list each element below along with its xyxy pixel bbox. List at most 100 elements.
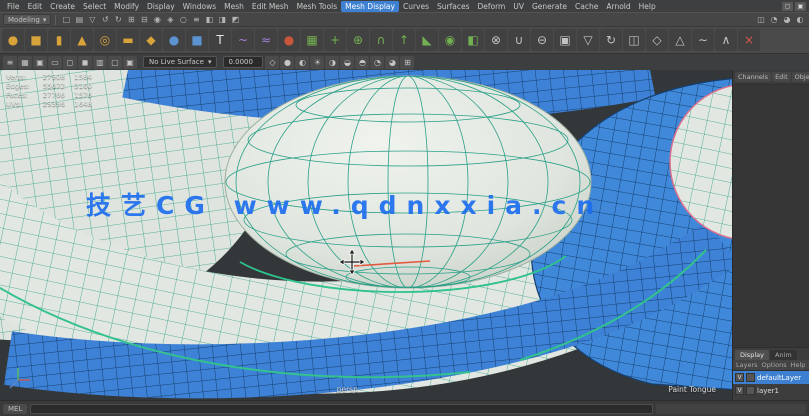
grid-size-field[interactable]: 0.0000 bbox=[223, 56, 263, 68]
multi-cut-icon[interactable]: + bbox=[324, 29, 346, 51]
layer-row[interactable]: V layer1 bbox=[733, 384, 809, 397]
menubar-item[interactable]: Edit Mesh bbox=[248, 1, 293, 12]
nurbs-cube-icon[interactable]: ■ bbox=[186, 29, 208, 51]
resolution-gate-icon[interactable]: ◻ bbox=[63, 56, 77, 69]
menubar-item[interactable]: UV bbox=[509, 1, 528, 12]
poly-cylinder-icon[interactable]: ▮ bbox=[48, 29, 70, 51]
symmetry-icon[interactable]: ◫ bbox=[623, 29, 645, 51]
menubar-item[interactable]: Generate bbox=[528, 1, 571, 12]
menubar-item[interactable]: Mesh Display bbox=[341, 1, 399, 12]
viewport-3d[interactable]: Verts: 27908 1584 Edges: 55672 3160 Face… bbox=[0, 70, 732, 400]
menubar-item[interactable]: Create bbox=[46, 1, 79, 12]
separate-icon[interactable]: ⊖ bbox=[531, 29, 553, 51]
construction-history-icon[interactable]: ≡ bbox=[190, 14, 202, 26]
menubar-item[interactable]: Select bbox=[79, 1, 110, 12]
snap-point-icon[interactable]: ◉ bbox=[151, 14, 163, 26]
isolate-select-icon[interactable]: ◕ bbox=[385, 56, 399, 69]
menubar-item[interactable]: Windows bbox=[179, 1, 220, 12]
wireframe-icon[interactable]: ◇ bbox=[265, 56, 279, 69]
layer-color-swatch[interactable] bbox=[746, 373, 755, 382]
live-surface-dropdown[interactable]: No Live Surface ▾ bbox=[143, 56, 217, 68]
snap-curve-icon[interactable]: ⊟ bbox=[138, 14, 150, 26]
menubar-item[interactable]: Display bbox=[143, 1, 179, 12]
menu-set-dropdown[interactable]: Modeling ▾ bbox=[3, 14, 51, 25]
ep-curve-icon[interactable]: ~ bbox=[232, 29, 254, 51]
menubar-item[interactable]: Help bbox=[635, 1, 660, 12]
layer-row[interactable]: V defaultLayer bbox=[733, 371, 809, 384]
menubar-item[interactable]: Mesh bbox=[220, 1, 248, 12]
lighting-icon[interactable]: ☀ bbox=[310, 56, 324, 69]
undo-icon[interactable]: ↺ bbox=[99, 14, 111, 26]
sculpt-tool-icon[interactable]: ● bbox=[278, 29, 300, 51]
snap-grid-icon[interactable]: ⊞ bbox=[125, 14, 137, 26]
xray-icon[interactable]: ◔ bbox=[370, 56, 384, 69]
channel-box-body[interactable] bbox=[733, 85, 809, 347]
make-live-icon[interactable]: ○ bbox=[177, 14, 189, 26]
menubar-item[interactable]: Deform bbox=[473, 1, 509, 12]
soft-select-icon[interactable]: ◔ bbox=[768, 14, 780, 26]
menubar-item[interactable]: Surfaces bbox=[433, 1, 473, 12]
nurbs-sphere-icon[interactable]: ● bbox=[163, 29, 185, 51]
poly-disc-icon[interactable]: ◆ bbox=[140, 29, 162, 51]
delete-history-icon[interactable]: × bbox=[738, 29, 760, 51]
command-input[interactable] bbox=[30, 404, 653, 414]
panel-layout-icon[interactable]: ▣ bbox=[795, 2, 806, 11]
type-tool-icon[interactable]: T bbox=[209, 29, 231, 51]
layer-visibility-toggle[interactable]: V bbox=[735, 373, 744, 382]
shaded-icon[interactable]: ● bbox=[280, 56, 294, 69]
menubar-item[interactable]: Curves bbox=[399, 1, 433, 12]
spin-edge-icon[interactable]: ↻ bbox=[600, 29, 622, 51]
fill-hole-icon[interactable]: ▣ bbox=[554, 29, 576, 51]
crease-icon[interactable]: ◇ bbox=[646, 29, 668, 51]
film-gate-icon[interactable]: ▭ bbox=[48, 56, 62, 69]
open-scene-icon[interactable]: ▤ bbox=[73, 14, 85, 26]
safe-title-icon[interactable]: ▣ bbox=[123, 56, 137, 69]
save-scene-icon[interactable]: ▽ bbox=[86, 14, 98, 26]
bevel-icon[interactable]: ◣ bbox=[416, 29, 438, 51]
layer-editor-menu-item[interactable]: Options bbox=[762, 361, 787, 369]
channel-box-tab[interactable]: Channels bbox=[735, 72, 771, 82]
mel-label[interactable]: MEL bbox=[3, 404, 27, 414]
quad-draw-icon[interactable]: ▦ bbox=[301, 29, 323, 51]
mirror-icon[interactable]: ◧ bbox=[462, 29, 484, 51]
layer-editor-menu-item[interactable]: Help bbox=[791, 361, 806, 369]
poly-cone-icon[interactable]: ▲ bbox=[71, 29, 93, 51]
pencil-curve-icon[interactable]: ≈ bbox=[255, 29, 277, 51]
poly-sphere-icon[interactable]: ● bbox=[2, 29, 24, 51]
channel-box-tab[interactable]: Edit bbox=[772, 72, 791, 82]
harden-edge-icon[interactable]: ∧ bbox=[715, 29, 737, 51]
symmetry-toggle-icon[interactable]: ◫ bbox=[755, 14, 767, 26]
panel-menu-icon[interactable]: ≡ bbox=[3, 56, 17, 69]
menubar-item[interactable]: File bbox=[3, 1, 24, 12]
combine-icon[interactable]: ∪ bbox=[508, 29, 530, 51]
target-weld-icon[interactable]: ⊕ bbox=[347, 29, 369, 51]
render-settings-icon[interactable]: ◩ bbox=[229, 14, 241, 26]
boolean-icon[interactable]: ⊗ bbox=[485, 29, 507, 51]
reduce-icon[interactable]: ▽ bbox=[577, 29, 599, 51]
grid-toggle-icon[interactable]: ⊞ bbox=[400, 56, 414, 69]
layer-editor-tab[interactable]: Display bbox=[735, 350, 769, 360]
menubar-item[interactable]: Cache bbox=[571, 1, 602, 12]
gate-mask-icon[interactable]: ◼ bbox=[78, 56, 92, 69]
camera-lock-icon[interactable]: ▣ bbox=[33, 56, 47, 69]
ipr-render-icon[interactable]: ◨ bbox=[216, 14, 228, 26]
poly-plane-icon[interactable]: ▬ bbox=[117, 29, 139, 51]
motion-blur-icon[interactable]: ◓ bbox=[355, 56, 369, 69]
layer-visibility-toggle[interactable]: V bbox=[735, 386, 744, 395]
safe-action-icon[interactable]: ▢ bbox=[108, 56, 122, 69]
ao-icon[interactable]: ◒ bbox=[340, 56, 354, 69]
new-scene-icon[interactable]: □ bbox=[60, 14, 72, 26]
soften-edge-icon[interactable]: ∼ bbox=[692, 29, 714, 51]
channel-box-tab[interactable]: Object bbox=[792, 72, 809, 82]
layer-editor-tab[interactable]: Anim bbox=[770, 350, 797, 360]
bridge-icon[interactable]: ∩ bbox=[370, 29, 392, 51]
menubar-item[interactable]: Edit bbox=[24, 1, 47, 12]
camera-icon[interactable]: ◐ bbox=[794, 14, 806, 26]
extrude-icon[interactable]: ↑ bbox=[393, 29, 415, 51]
layer-editor-menu-item[interactable]: Layers bbox=[736, 361, 758, 369]
normals-icon[interactable]: △ bbox=[669, 29, 691, 51]
menubar-item[interactable]: Mesh Tools bbox=[293, 1, 342, 12]
textured-icon[interactable]: ◐ bbox=[295, 56, 309, 69]
snap-plane-icon[interactable]: ◈ bbox=[164, 14, 176, 26]
poly-torus-icon[interactable]: ◎ bbox=[94, 29, 116, 51]
